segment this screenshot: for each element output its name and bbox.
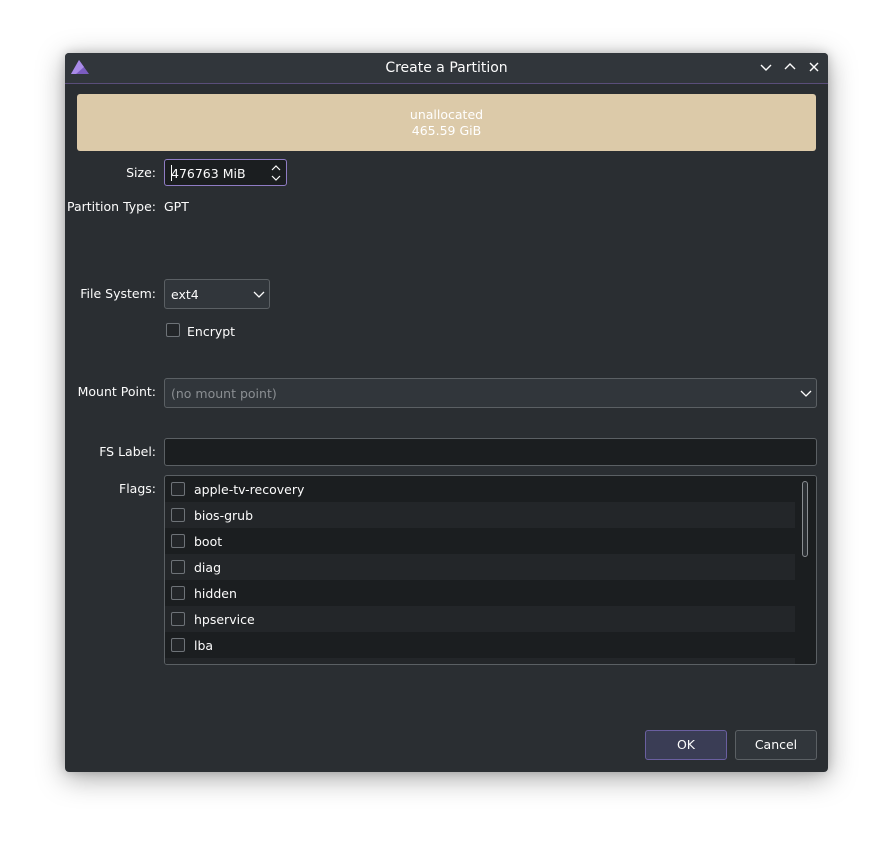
- list-item[interactable]: apple-tv-recovery: [165, 476, 795, 502]
- chevron-up-icon[interactable]: [782, 59, 798, 75]
- list-item[interactable]: diag: [165, 554, 795, 580]
- scrollbar[interactable]: [796, 476, 816, 664]
- create-partition-dialog: Create a Partition unallocated 465.59 Gi…: [65, 53, 828, 772]
- list-item[interactable]: hpservice: [165, 606, 795, 632]
- encrypt-checkbox[interactable]: [166, 323, 180, 337]
- ok-button[interactable]: OK: [645, 730, 727, 760]
- close-icon[interactable]: [806, 59, 822, 75]
- flag-label: bios-grub: [194, 508, 254, 523]
- size-spinbox[interactable]: 476763 MiB: [164, 159, 287, 186]
- flag-label: diag: [194, 560, 222, 575]
- file-system-label: File System:: [80, 286, 156, 301]
- list-item[interactable]: lba: [165, 632, 795, 658]
- flag-label: hpservice: [194, 612, 255, 627]
- flags-label: Flags:: [119, 481, 156, 496]
- size-value: 476763 MiB: [171, 166, 246, 181]
- flag-checkbox[interactable]: [171, 638, 185, 652]
- flag-checkbox[interactable]: [171, 508, 185, 522]
- chevron-down-icon[interactable]: [758, 59, 774, 75]
- flag-checkbox[interactable]: [171, 482, 185, 496]
- mount-point-combo[interactable]: (no mount point): [164, 378, 817, 408]
- unallocated-space-bar: unallocated 465.59 GiB: [77, 94, 816, 151]
- flag-label: boot: [194, 534, 223, 549]
- mount-point-placeholder: (no mount point): [171, 386, 277, 401]
- size-label: Size:: [126, 165, 156, 180]
- unallocated-size: 465.59 GiB: [411, 123, 482, 138]
- partition-type-value: GPT: [164, 199, 189, 214]
- encrypt-label: Encrypt: [187, 324, 236, 339]
- flag-checkbox[interactable]: [171, 586, 185, 600]
- chevron-down-icon: [800, 390, 812, 397]
- title-bar[interactable]: Create a Partition: [65, 53, 828, 84]
- flag-checkbox[interactable]: [171, 560, 185, 574]
- file-system-value: ext4: [171, 287, 199, 302]
- unallocated-name: unallocated: [409, 107, 484, 122]
- flag-checkbox[interactable]: [171, 534, 185, 548]
- cancel-button[interactable]: Cancel: [735, 730, 817, 760]
- flags-list[interactable]: apple-tv-recovery bios-grub boot diag hi…: [164, 475, 817, 665]
- flag-label: hidden: [194, 586, 237, 601]
- chevron-down-icon: [253, 291, 265, 298]
- flag-label: lba: [194, 638, 214, 653]
- list-item[interactable]: bios-grub: [165, 502, 795, 528]
- file-system-combo[interactable]: ext4: [164, 279, 270, 309]
- list-item[interactable]: hidden: [165, 580, 795, 606]
- flag-checkbox[interactable]: [171, 664, 185, 665]
- fs-label-input[interactable]: [164, 438, 817, 466]
- mount-point-label: Mount Point:: [77, 384, 156, 399]
- list-item[interactable]: [165, 658, 795, 665]
- fs-label-label: FS Label:: [99, 444, 156, 459]
- scrollbar-thumb[interactable]: [802, 481, 808, 557]
- flag-checkbox[interactable]: [171, 612, 185, 626]
- partition-type-label: Partition Type:: [67, 199, 156, 214]
- spin-arrows-icon[interactable]: [270, 163, 282, 183]
- flag-label: apple-tv-recovery: [194, 482, 305, 497]
- list-item[interactable]: boot: [165, 528, 795, 554]
- window-title: Create a Partition: [385, 60, 508, 76]
